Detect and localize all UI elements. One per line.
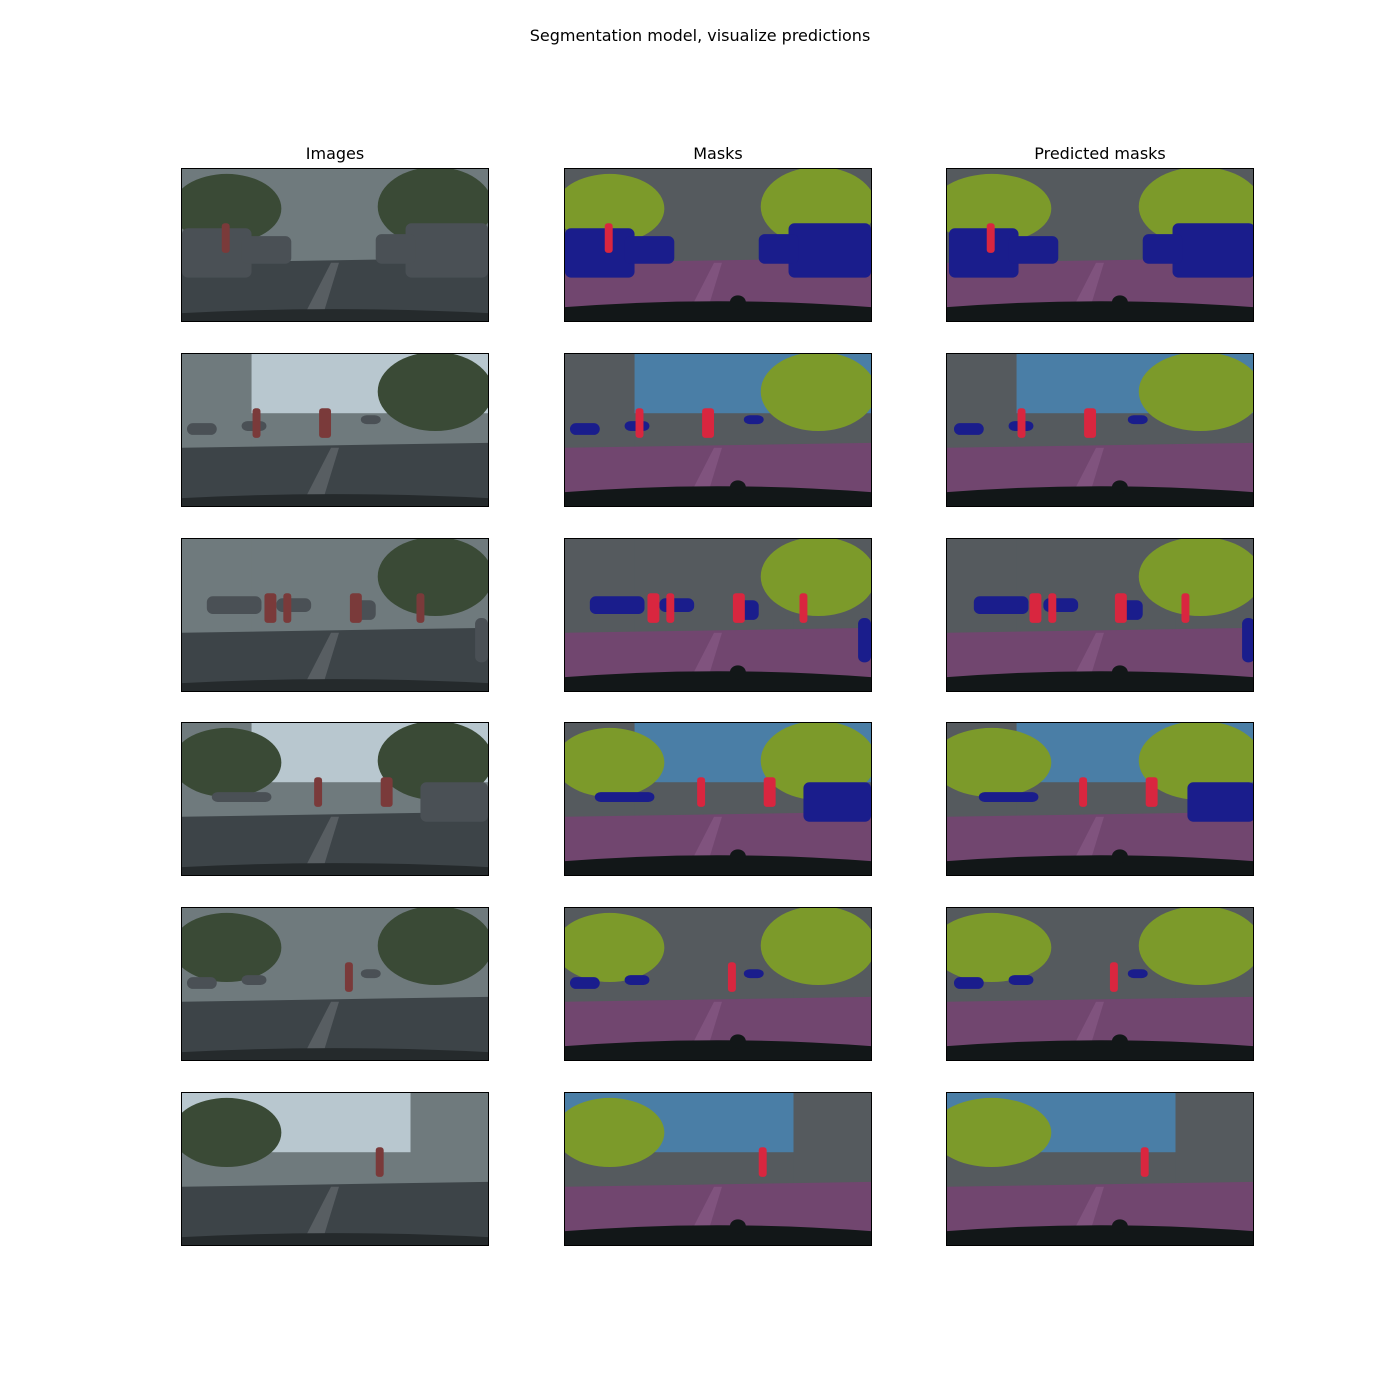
image-row-2 [181,353,489,507]
image-row-1 [181,168,489,322]
image-row-6 [181,1092,489,1246]
predicted-mask-row-6 [946,1092,1254,1246]
figure-title: Segmentation model, visualize prediction… [529,26,871,45]
column-title-predicted-masks: Predicted masks [1034,144,1166,163]
predicted-mask-row-4 [946,722,1254,876]
predicted-mask-row-3 [946,538,1254,692]
predicted-mask-row-2 [946,353,1254,507]
image-scene-6 [182,1093,488,1245]
mask-scene-5 [565,908,871,1060]
image-scene-3 [182,539,488,691]
mask-scene-6 [565,1093,871,1245]
mask-row-2 [564,353,872,507]
predicted-mask-row-5 [946,907,1254,1061]
predicted-mask-scene-6 [947,1093,1253,1245]
image-scene-4 [182,723,488,875]
predicted-mask-scene-3 [947,539,1253,691]
mask-scene-2 [565,354,871,506]
mask-scene-3 [565,539,871,691]
column-title-masks: Masks [693,144,743,163]
mask-scene-4 [565,723,871,875]
image-row-5 [181,907,489,1061]
mask-row-1 [564,168,872,322]
image-scene-2 [182,354,488,506]
image-scene-1 [182,169,488,321]
predicted-mask-scene-1 [947,169,1253,321]
mask-scene-1 [565,169,871,321]
mask-row-5 [564,907,872,1061]
predicted-mask-row-1 [946,168,1254,322]
mask-row-6 [564,1092,872,1246]
column-title-images: Images [305,144,365,163]
predicted-mask-scene-4 [947,723,1253,875]
image-row-3 [181,538,489,692]
predicted-mask-scene-5 [947,908,1253,1060]
image-row-4 [181,722,489,876]
mask-row-4 [564,722,872,876]
image-scene-5 [182,908,488,1060]
mask-row-3 [564,538,872,692]
predicted-mask-scene-2 [947,354,1253,506]
